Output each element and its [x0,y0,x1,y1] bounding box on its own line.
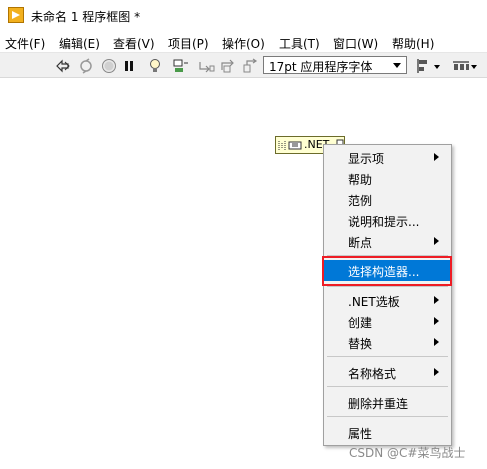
step-out-icon[interactable] [242,58,258,74]
menu-separator [327,286,448,287]
menu-item-label: 替换 [348,337,373,351]
pause-icon[interactable] [121,58,137,74]
menu-item-breakpoint[interactable]: 断点 [324,231,451,252]
window-title: 未命名 1 程序框图 * [31,10,141,24]
annotation-highlight-box [322,256,452,286]
font-select[interactable]: 17pt 应用程序字体 [263,56,407,74]
menu-item-label: .NET选板 [348,295,400,309]
labview-app-icon[interactable] [8,7,24,23]
menu-item-label: 删除并重连 [348,397,409,411]
menu-item-properties[interactable]: 属性 [324,422,451,443]
font-select-value: 17pt 应用程序字体 [269,60,373,74]
run-continuously-icon[interactable] [55,58,71,74]
menu-separator [327,356,448,357]
menu-separator [327,386,448,387]
menu-item-label: 帮助 [348,173,373,187]
menu-bar: 文件(F) 编辑(E) 查看(V) 项目(P) 操作(O) 工具(T) 窗口(W… [0,32,487,52]
title-bar: 未命名 1 程序框图 * [0,0,487,32]
retain-wire-values-icon[interactable] [78,58,94,74]
node-left-terminal-icon [278,141,286,150]
menu-item-label: 名称格式 [348,367,397,381]
align-objects-icon[interactable] [417,58,441,74]
menu-edit[interactable]: 编辑(E) [59,35,100,52]
submenu-arrow-icon [434,296,439,304]
menu-item-label: 创建 [348,316,373,330]
submenu-arrow-icon [434,368,439,376]
toolbar: 17pt 应用程序字体 [0,52,487,78]
menu-item-label: 显示项 [348,152,385,166]
abort-icon[interactable] [101,58,117,74]
menu-file[interactable]: 文件(F) [5,35,45,52]
context-menu: 显示项 帮助 范例 说明和提示... 断点 选择构造器... .NET选板 创建… [323,144,452,446]
menu-item-show-items[interactable]: 显示项 [324,147,451,168]
menu-help[interactable]: 帮助(H) [392,35,434,52]
menu-project[interactable]: 项目(P) [168,35,209,52]
menu-item-name-format[interactable]: 名称格式 [324,362,451,383]
submenu-arrow-icon [434,237,439,245]
submenu-arrow-icon [434,317,439,325]
menu-item-label: 断点 [348,236,373,250]
menu-operate[interactable]: 操作(O) [222,35,265,52]
menu-item-delete-and-rewire[interactable]: 删除并重连 [324,392,451,413]
menu-item-create[interactable]: 创建 [324,311,451,332]
watermark: CSDN @C#菜鸟战士 [349,446,466,460]
menu-separator [327,416,448,417]
chevron-down-icon [471,65,477,69]
menu-view[interactable]: 查看(V) [113,35,155,52]
step-over-icon[interactable] [220,58,236,74]
distribute-objects-icon[interactable] [452,58,478,74]
menu-item-replace[interactable]: 替换 [324,332,451,353]
menu-window[interactable]: 窗口(W) [333,35,378,52]
menu-item-label: 属性 [348,427,373,441]
chevron-down-icon [434,65,440,69]
chevron-down-icon [393,63,401,68]
menu-item-dotnet-palette[interactable]: .NET选板 [324,290,451,311]
menu-item-examples[interactable]: 范例 [324,189,451,210]
probe-icon[interactable] [172,58,188,74]
menu-item-help[interactable]: 帮助 [324,168,451,189]
menu-tools[interactable]: 工具(T) [279,35,320,52]
menu-item-label: 说明和提示... [348,215,420,229]
menu-item-label: 范例 [348,194,373,208]
highlight-execution-icon[interactable] [147,58,163,74]
dotnet-class-icon [288,141,302,150]
step-into-icon[interactable] [198,58,215,74]
menu-item-description-and-tip[interactable]: 说明和提示... [324,210,451,231]
submenu-arrow-icon [434,338,439,346]
submenu-arrow-icon [434,153,439,161]
